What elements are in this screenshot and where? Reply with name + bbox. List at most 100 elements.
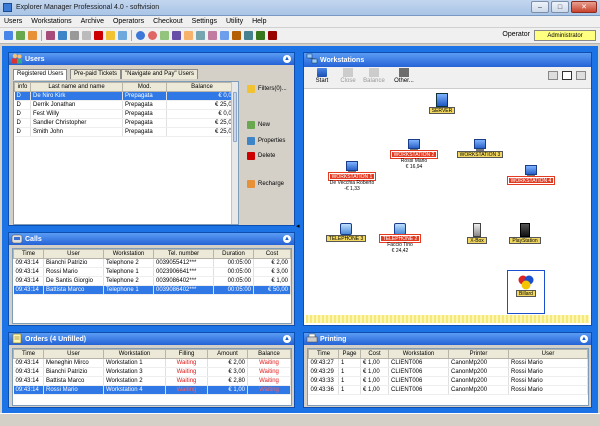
col-time[interactable]: Time: [13, 349, 44, 359]
col-workstation[interactable]: Workstation: [103, 249, 154, 259]
col-filling[interactable]: Filling: [165, 349, 208, 359]
col-time[interactable]: Time: [308, 349, 339, 359]
table-row[interactable]: 09:43:14 De Santis Giorgio Telephone 2 0039…: [13, 276, 291, 286]
menu-help[interactable]: Help: [252, 18, 266, 25]
doc-icon[interactable]: [70, 31, 79, 40]
node-workstation-3[interactable]: WORKSTATION 3: [454, 139, 506, 158]
balance-button[interactable]: Balance: [360, 67, 388, 87]
col-amount[interactable]: Amount: [207, 349, 248, 359]
menu-checkout[interactable]: Checkout: [153, 18, 183, 25]
table-row[interactable]: D Fest Willy Prepagata € 0,00: [14, 109, 238, 119]
new-button[interactable]: New: [247, 121, 270, 129]
close-button[interactable]: ✕: [571, 1, 597, 13]
properties-button[interactable]: Properties: [247, 137, 285, 145]
users-scrollbar[interactable]: [231, 82, 238, 224]
view-list-icon[interactable]: [576, 71, 586, 80]
col-balance[interactable]: Balance: [166, 82, 238, 92]
mail-icon[interactable]: [208, 31, 217, 40]
collapse-icon[interactable]: ▲: [283, 235, 291, 243]
collapse-icon[interactable]: ▲: [283, 335, 291, 343]
lock-icon[interactable]: [256, 31, 265, 40]
collapse-icon[interactable]: ▲: [580, 335, 588, 343]
view-small-icon[interactable]: [548, 71, 558, 80]
col-workstation[interactable]: Workstation: [388, 349, 449, 359]
clock-icon[interactable]: [148, 31, 157, 40]
list-icon[interactable]: [106, 31, 115, 40]
table-row[interactable]: D Sandler Christopher Prepagata € 25,00: [14, 118, 238, 128]
close-ws-button[interactable]: Close: [334, 67, 362, 87]
network-icon[interactable]: [244, 31, 253, 40]
help-icon[interactable]: [136, 31, 145, 40]
table-row[interactable]: D Derrik Jonathan Prepagata € 25,00: [14, 100, 238, 110]
node-workstation-4[interactable]: WORKSTATION 4: [504, 165, 558, 185]
scroll-thumb[interactable]: [233, 92, 237, 142]
collapse-icon[interactable]: ▲: [283, 55, 291, 63]
maximize-button[interactable]: □: [551, 1, 569, 13]
other-button[interactable]: Other...: [390, 67, 418, 87]
menu-settings[interactable]: Settings: [192, 18, 217, 25]
col-balance[interactable]: Balance: [247, 349, 291, 359]
view-grid-icon[interactable]: [562, 71, 572, 80]
table-row[interactable]: 09:43:14 Rossi Mario Telephone 1 0023906641…: [13, 267, 291, 277]
folder-icon[interactable]: [184, 31, 193, 40]
tab-navigate-and-pay[interactable]: "Navigate and Pay" Users: [121, 69, 198, 79]
exit-icon[interactable]: [268, 31, 277, 40]
menu-workstations[interactable]: Workstations: [31, 18, 71, 25]
table-row[interactable]: 09:43:14 Battista Marco Workstation 2 Waiti…: [13, 376, 291, 386]
recharge-button[interactable]: Recharge: [247, 180, 284, 188]
col-user[interactable]: User: [43, 349, 104, 359]
node-workstation-1[interactable]: WORKSTATION 1 De Vecchia Roberto -€ 1,33: [324, 161, 380, 192]
chart-icon[interactable]: [94, 31, 103, 40]
menu-archive[interactable]: Archive: [81, 18, 104, 25]
node-telephone-3[interactable]: TELEPHONE 3: [324, 223, 368, 242]
table-row[interactable]: D De Niro Kirk Prepagata € 0,00: [14, 91, 238, 101]
card-icon[interactable]: [160, 31, 169, 40]
node-workstation-2[interactable]: WORKSTATION 2 Rossi Mario € 16,94: [386, 139, 442, 170]
col-page[interactable]: Page: [338, 349, 361, 359]
phone-icon[interactable]: [220, 31, 229, 40]
splitter-arrow-icon[interactable]: ◂: [296, 222, 301, 230]
key-icon[interactable]: [232, 31, 241, 40]
col-user[interactable]: User: [508, 349, 588, 359]
col-cost[interactable]: Cost: [253, 249, 291, 259]
col-user[interactable]: User: [43, 249, 104, 259]
menu-users[interactable]: Users: [4, 18, 22, 25]
node-server[interactable]: SERVER: [422, 93, 462, 114]
node-telephone-2[interactable]: TELEPHONE 2 Faccio Tino € 24,42: [378, 223, 422, 254]
col-tel-number[interactable]: Tel. number: [153, 249, 214, 259]
table-row[interactable]: 09:43:14 Bianchi Patrizio Telephone 2 00390…: [13, 258, 291, 268]
print-icon[interactable]: [196, 31, 205, 40]
tab-prepaid-tickets[interactable]: Pre-paid Tickets: [70, 69, 122, 79]
save-icon[interactable]: [172, 31, 181, 40]
tab-registered-users[interactable]: Registered Users: [13, 69, 68, 80]
node-playstation[interactable]: PlayStation: [504, 223, 546, 244]
list2-icon[interactable]: [118, 31, 127, 40]
col-name[interactable]: Last name and name: [30, 82, 123, 92]
table-row[interactable]: 09:43:14 Battista Marco Telephone 1 0039086…: [13, 285, 291, 295]
calendar-icon[interactable]: [58, 31, 67, 40]
col-printer[interactable]: Printer: [448, 349, 509, 359]
table-row[interactable]: 09:43:14 Rossi Mario Workstation 4 Waiting €…: [13, 385, 291, 395]
doc2-icon[interactable]: [82, 31, 91, 40]
col-time[interactable]: Time: [13, 249, 44, 259]
node-billard[interactable]: Billard: [507, 270, 545, 314]
col-cost[interactable]: Cost: [360, 349, 389, 359]
filters-button[interactable]: Filters(0)...: [247, 85, 287, 93]
minimize-button[interactable]: –: [531, 1, 549, 13]
col-info[interactable]: info: [14, 82, 31, 92]
table-row[interactable]: 09:43:29 1 € 1,00 CLIENT006 CanonMp200 Rossi …: [308, 367, 588, 377]
node-xbox[interactable]: X-Box: [462, 223, 492, 244]
archive-icon[interactable]: [28, 31, 37, 40]
col-workstation[interactable]: Workstation: [103, 349, 166, 359]
col-duration[interactable]: Duration: [213, 249, 254, 259]
delete-button[interactable]: Delete: [247, 152, 275, 160]
table-row[interactable]: D Smith John Prepagata € 25,00: [14, 127, 238, 137]
menu-operators[interactable]: Operators: [113, 18, 144, 25]
menu-utility[interactable]: Utility: [226, 18, 243, 25]
users-icon[interactable]: [16, 31, 25, 40]
table-row[interactable]: 09:43:14 Bianchi Patrizio Workstation 3 Wai…: [13, 367, 291, 377]
table-row[interactable]: 09:43:27 1 € 1,00 CLIENT006 CanonMp200 Rossi …: [308, 358, 588, 368]
box-icon[interactable]: [46, 31, 55, 40]
table-row[interactable]: 09:43:33 1 € 1,00 CLIENT006 CanonMp200 Rossi …: [308, 376, 588, 386]
start-button[interactable]: Start: [308, 67, 336, 87]
